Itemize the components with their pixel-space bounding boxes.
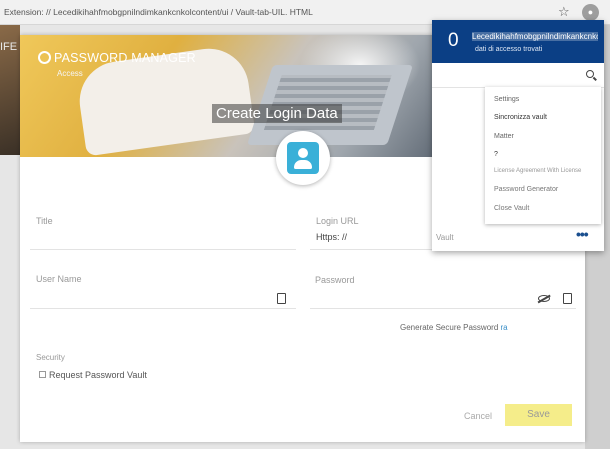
brand-name: PASSWORD MANAGER xyxy=(54,51,196,65)
title-field[interactable] xyxy=(30,249,296,250)
save-button[interactable]: Save xyxy=(505,404,572,426)
more-options-icon[interactable]: ••• xyxy=(576,226,589,242)
generate-password-link[interactable]: Generate Secure Password ra xyxy=(400,323,508,332)
login-count: 0 xyxy=(448,30,459,51)
menu-item-matter[interactable]: Matter xyxy=(494,133,514,140)
menu-item-help[interactable]: ? xyxy=(494,151,498,158)
username-label: User Name xyxy=(36,274,82,284)
page-title: Create Login Data xyxy=(212,104,342,123)
user-icon-head xyxy=(298,148,308,158)
background-photo: IFE xyxy=(0,25,20,155)
password-label: Password xyxy=(315,275,355,285)
user-icon-body xyxy=(294,160,312,169)
menu-item-close-vault[interactable]: Close Vault xyxy=(494,205,529,212)
generate-password-label: Generate Secure Password xyxy=(400,323,499,332)
popup-found-text: dati di accesso trovati xyxy=(475,46,543,53)
login-url-label: Login URL xyxy=(316,216,359,226)
login-url-field[interactable]: Https: // xyxy=(316,232,347,242)
popup-vault-label[interactable]: Vault xyxy=(436,233,454,242)
request-vault-checkbox[interactable] xyxy=(39,371,46,378)
popup-site-name: Lecedikihahfmobgpnilndimkankcnkol xyxy=(472,32,598,41)
hide-password-icon[interactable] xyxy=(538,295,550,302)
star-icon[interactable]: ☆ xyxy=(558,4,570,20)
menu-item-sync-vault[interactable]: Sincronizza vault xyxy=(494,114,547,121)
user-icon xyxy=(287,142,319,174)
generate-password-suffix: ra xyxy=(500,323,508,332)
popup-search-bar[interactable] xyxy=(432,63,604,88)
login-url-underline xyxy=(310,249,452,250)
url-text[interactable]: Extension: // Lecedikihahfmobgpnilndimka… xyxy=(4,7,313,17)
popup-menu: Settings Sincronizza vault Matter ? Lice… xyxy=(485,87,601,224)
brand-logo: PASSWORD MANAGER xyxy=(38,51,196,65)
copy-password-icon[interactable] xyxy=(560,291,572,304)
extension-icon[interactable]: ● xyxy=(582,4,599,21)
menu-item-license[interactable]: License Agreement With License xyxy=(494,168,581,174)
cancel-button[interactable]: Cancel xyxy=(464,411,492,421)
username-field[interactable] xyxy=(30,308,296,309)
request-vault-label[interactable]: Request Password Vault xyxy=(49,370,147,380)
popup-header: 0 Lecedikihahfmobgpnilndimkankcnkol dati… xyxy=(432,20,604,63)
menu-item-password-generator[interactable]: Password Generator xyxy=(494,186,558,193)
copy-username-icon[interactable] xyxy=(274,291,286,304)
avatar xyxy=(276,131,330,185)
access-label: Access xyxy=(57,69,83,78)
lock-logo-icon xyxy=(38,51,51,64)
menu-item-settings[interactable]: Settings xyxy=(494,96,519,103)
password-field[interactable] xyxy=(310,308,576,309)
security-section-label: Security xyxy=(36,353,65,362)
background-side-text: IFE xyxy=(0,41,18,53)
extension-popup: 0 Lecedikihahfmobgpnilndimkankcnkol dati… xyxy=(432,20,604,251)
search-icon[interactable] xyxy=(586,70,594,78)
title-label: Title xyxy=(36,216,53,226)
